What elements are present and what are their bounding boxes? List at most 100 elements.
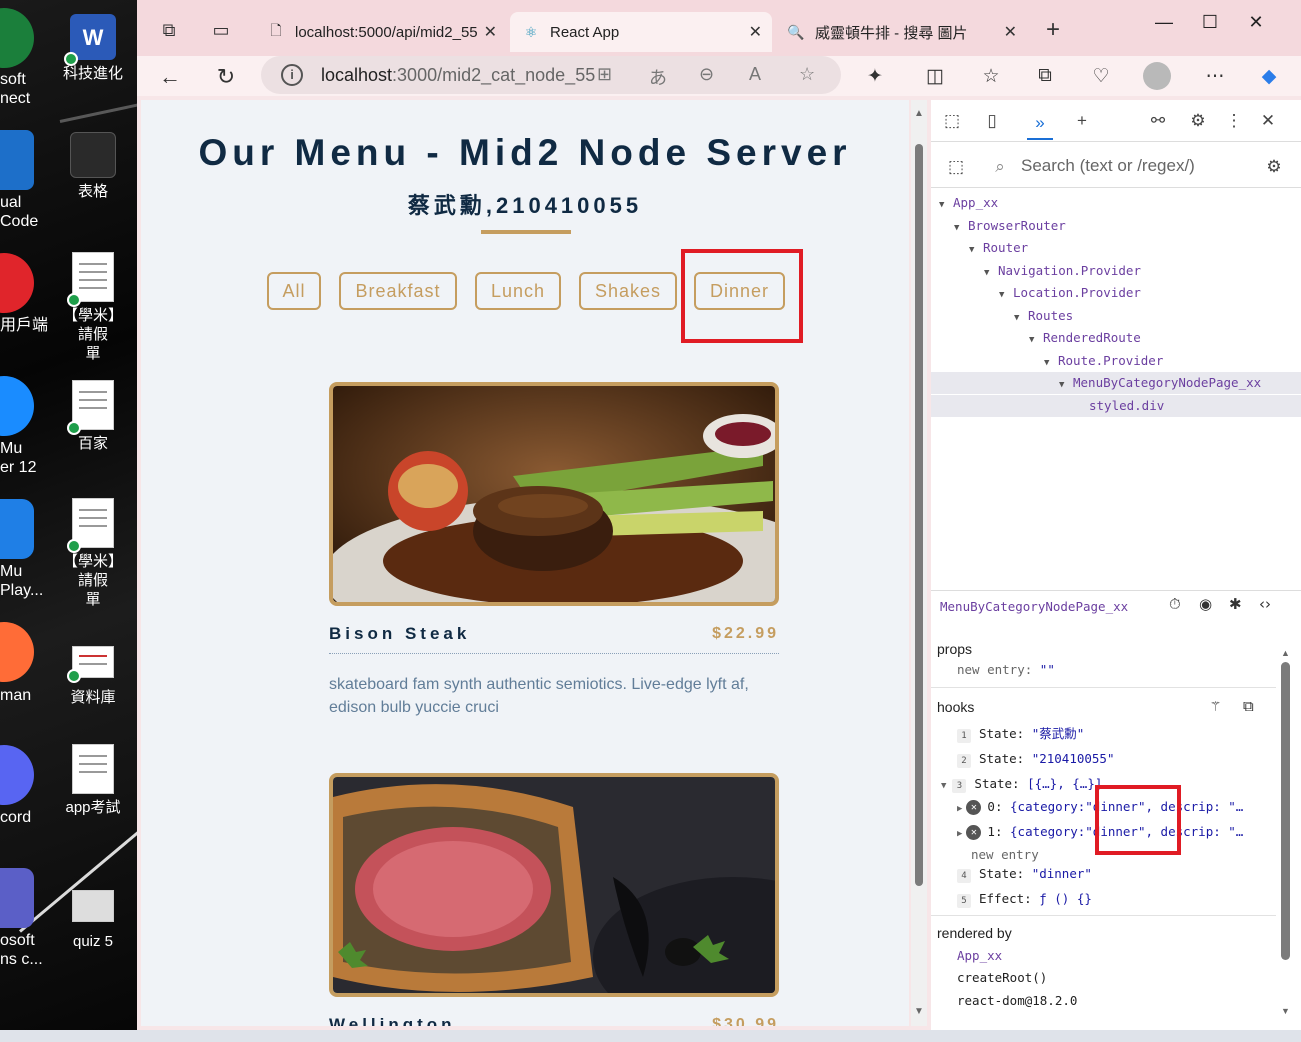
tree-node[interactable]: styled.div [931, 395, 1301, 417]
close-devtools-icon[interactable]: ✕ [1255, 108, 1281, 134]
discord-icon[interactable] [0, 745, 34, 805]
bug-icon[interactable]: ✱ [1229, 595, 1242, 613]
scroll-down-icon[interactable]: ▼ [1281, 1006, 1290, 1016]
extensions-icon[interactable]: ✦ [859, 60, 891, 92]
search-icon: 🔍 [787, 23, 805, 40]
scroll-down-icon[interactable]: ▼ [914, 1006, 924, 1017]
view-source-icon[interactable]: ‹› [1259, 595, 1271, 613]
tab-search-images[interactable]: 🔍 威靈頓牛排 - 搜尋 圖片 ✕ [775, 12, 1027, 52]
scroll-up-icon[interactable]: ▲ [914, 108, 924, 119]
connect-icon[interactable]: ⚯ [1145, 108, 1171, 134]
browser-essentials-icon[interactable]: ♡ [1085, 60, 1117, 92]
tree-node[interactable]: ▼ BrowserRouter [931, 215, 1301, 237]
category-button-breakfast[interactable]: Breakfast [339, 272, 457, 310]
hook-row[interactable]: 5 Effect: ƒ () {} [957, 890, 1092, 908]
close-tab-icon[interactable]: ✕ [484, 22, 497, 42]
more-tabs-icon[interactable]: » [1027, 108, 1053, 140]
postman-icon[interactable] [0, 622, 34, 682]
component-settings-icon[interactable]: ⚙ [1261, 154, 1287, 180]
mumu-icon[interactable] [0, 376, 34, 436]
tree-node[interactable]: ▼ Navigation.Provider [931, 260, 1301, 282]
more-menu-icon[interactable]: ⋯ [1199, 60, 1231, 92]
devtools-scrollbar[interactable]: ▲ ▼ [1279, 648, 1295, 1020]
page-scrollbar[interactable]: ▲ ▼ [911, 100, 927, 1026]
tree-node[interactable]: ▼ Location.Provider [931, 282, 1301, 304]
props-new-entry[interactable]: new entry: "" [957, 661, 1055, 679]
maximize-icon[interactable]: ☐ [1187, 8, 1233, 36]
add-tab-icon[interactable]: + [1069, 108, 1095, 134]
desktop-icon-leave-form-2[interactable]: 【學米】請假單 [58, 498, 128, 609]
tree-node[interactable]: ▼ Router [931, 237, 1301, 259]
teams-icon[interactable] [0, 868, 34, 928]
copy-icon[interactable]: ⧉ [1243, 697, 1254, 715]
back-icon[interactable]: ← [153, 60, 187, 94]
close-tab-icon[interactable]: ✕ [1004, 22, 1017, 42]
translate-icon[interactable]: あ [649, 64, 667, 90]
scroll-up-icon[interactable]: ▲ [1281, 648, 1290, 658]
scrollbar-thumb[interactable] [915, 144, 923, 886]
settings-gear-icon[interactable]: ⚙ [1185, 108, 1211, 134]
read-aloud-icon[interactable]: A [749, 64, 761, 85]
stopwatch-icon[interactable]: ⏱ [1169, 595, 1181, 613]
tab-title: React App [550, 23, 620, 41]
category-button-shakes[interactable]: Shakes [579, 272, 677, 310]
desktop-icon-baijia[interactable]: 百家 [58, 380, 128, 453]
reload-icon[interactable]: ↻ [209, 60, 243, 94]
category-button-all[interactable]: All [267, 272, 321, 310]
eye-icon[interactable]: ◉ [1199, 595, 1212, 613]
tree-node[interactable]: ▼ Route.Provider [931, 350, 1301, 372]
minimize-icon[interactable]: — [1141, 8, 1187, 36]
url-field[interactable]: i localhost:3000/mid2_cat_node_55 ⊞ あ ⊖ … [261, 56, 841, 94]
site-info-icon[interactable]: i [281, 64, 303, 86]
scrollbar-thumb[interactable] [1281, 662, 1290, 960]
tab-react-app[interactable]: ⚛ React App ✕ [510, 12, 772, 52]
new-tab-icon[interactable]: + [1037, 14, 1069, 46]
hook-row[interactable]: 4 State: "dinner" [957, 865, 1092, 883]
delete-icon[interactable]: ✕ [966, 825, 982, 840]
desktop-icon-app-exam[interactable]: app考試 [58, 744, 128, 817]
tab-actions-icon[interactable]: ▭ [205, 14, 237, 46]
copilot-icon[interactable]: ◆ [1253, 60, 1285, 92]
workspaces-icon[interactable]: ⧉ [153, 14, 185, 46]
delete-icon[interactable]: ✕ [966, 800, 982, 815]
favorites-icon[interactable]: ☆ [975, 60, 1007, 92]
desktop-icon-leave-form[interactable]: 【學米】請假單 [58, 252, 128, 363]
app-red-icon[interactable] [0, 253, 34, 313]
select-component-icon[interactable]: ⬚ [943, 154, 969, 180]
tree-node[interactable]: ▼ RenderedRoute [931, 327, 1301, 349]
device-emulation-icon[interactable]: ▯ [979, 108, 1005, 134]
profile-avatar[interactable] [1143, 62, 1171, 90]
apps-icon[interactable]: ⊞ [597, 64, 612, 85]
desktop-icon-quiz5[interactable]: quiz 5 [58, 890, 128, 951]
desktop-icon-database[interactable]: 資料庫 [58, 646, 128, 707]
inspect-element-icon[interactable]: ⬚ [939, 108, 965, 134]
hook-new-entry[interactable]: new entry [971, 846, 1039, 864]
favorite-star-icon[interactable]: ☆ [799, 64, 815, 85]
teamviewer-icon[interactable] [0, 8, 34, 68]
close-window-icon[interactable]: ✕ [1233, 8, 1279, 36]
document-thumbnail-icon [67, 380, 114, 435]
desktop-icon-table[interactable]: 表格 [58, 132, 128, 201]
vscode-icon[interactable] [0, 130, 34, 190]
component-search-input[interactable]: Search (text or /regex/) [1021, 156, 1195, 176]
devtools-menu-icon[interactable]: ⋮ [1221, 108, 1247, 134]
category-button-lunch[interactable]: Lunch [475, 272, 561, 310]
mumu-player-icon[interactable] [0, 499, 34, 559]
magic-wand-icon[interactable]: ⚚ [1211, 697, 1220, 715]
section-divider [931, 915, 1276, 916]
tree-node-selected[interactable]: ▼ MenuByCategoryNodePage_xx [931, 372, 1301, 394]
hook-row[interactable]: 2 State: "210410055" [957, 750, 1114, 768]
zoom-icon[interactable]: ⊖ [699, 64, 714, 85]
hook-row[interactable]: 1 State: "蔡武勳" [957, 725, 1084, 743]
close-tab-icon[interactable]: ✕ [749, 22, 762, 42]
rendered-by-link[interactable]: App_xx [957, 947, 1002, 965]
collections-icon[interactable]: ⧉ [1029, 60, 1061, 92]
split-screen-icon[interactable]: ◫ [919, 60, 951, 92]
spreadsheet-thumbnail-icon [70, 132, 116, 178]
desktop-icon-word[interactable]: W 科技進化 [58, 14, 128, 83]
item-name: Wellington [329, 1015, 456, 1026]
tree-node[interactable]: ▼ Routes [931, 305, 1301, 327]
tree-node[interactable]: ▼ App_xx [931, 192, 1301, 214]
hook-row-expanded[interactable]: ▼ 3 State: [{…}, {…}] [941, 775, 1102, 795]
tab-api[interactable]: 🗋 localhost:5000/api/mid2_55 ✕ [255, 12, 507, 52]
